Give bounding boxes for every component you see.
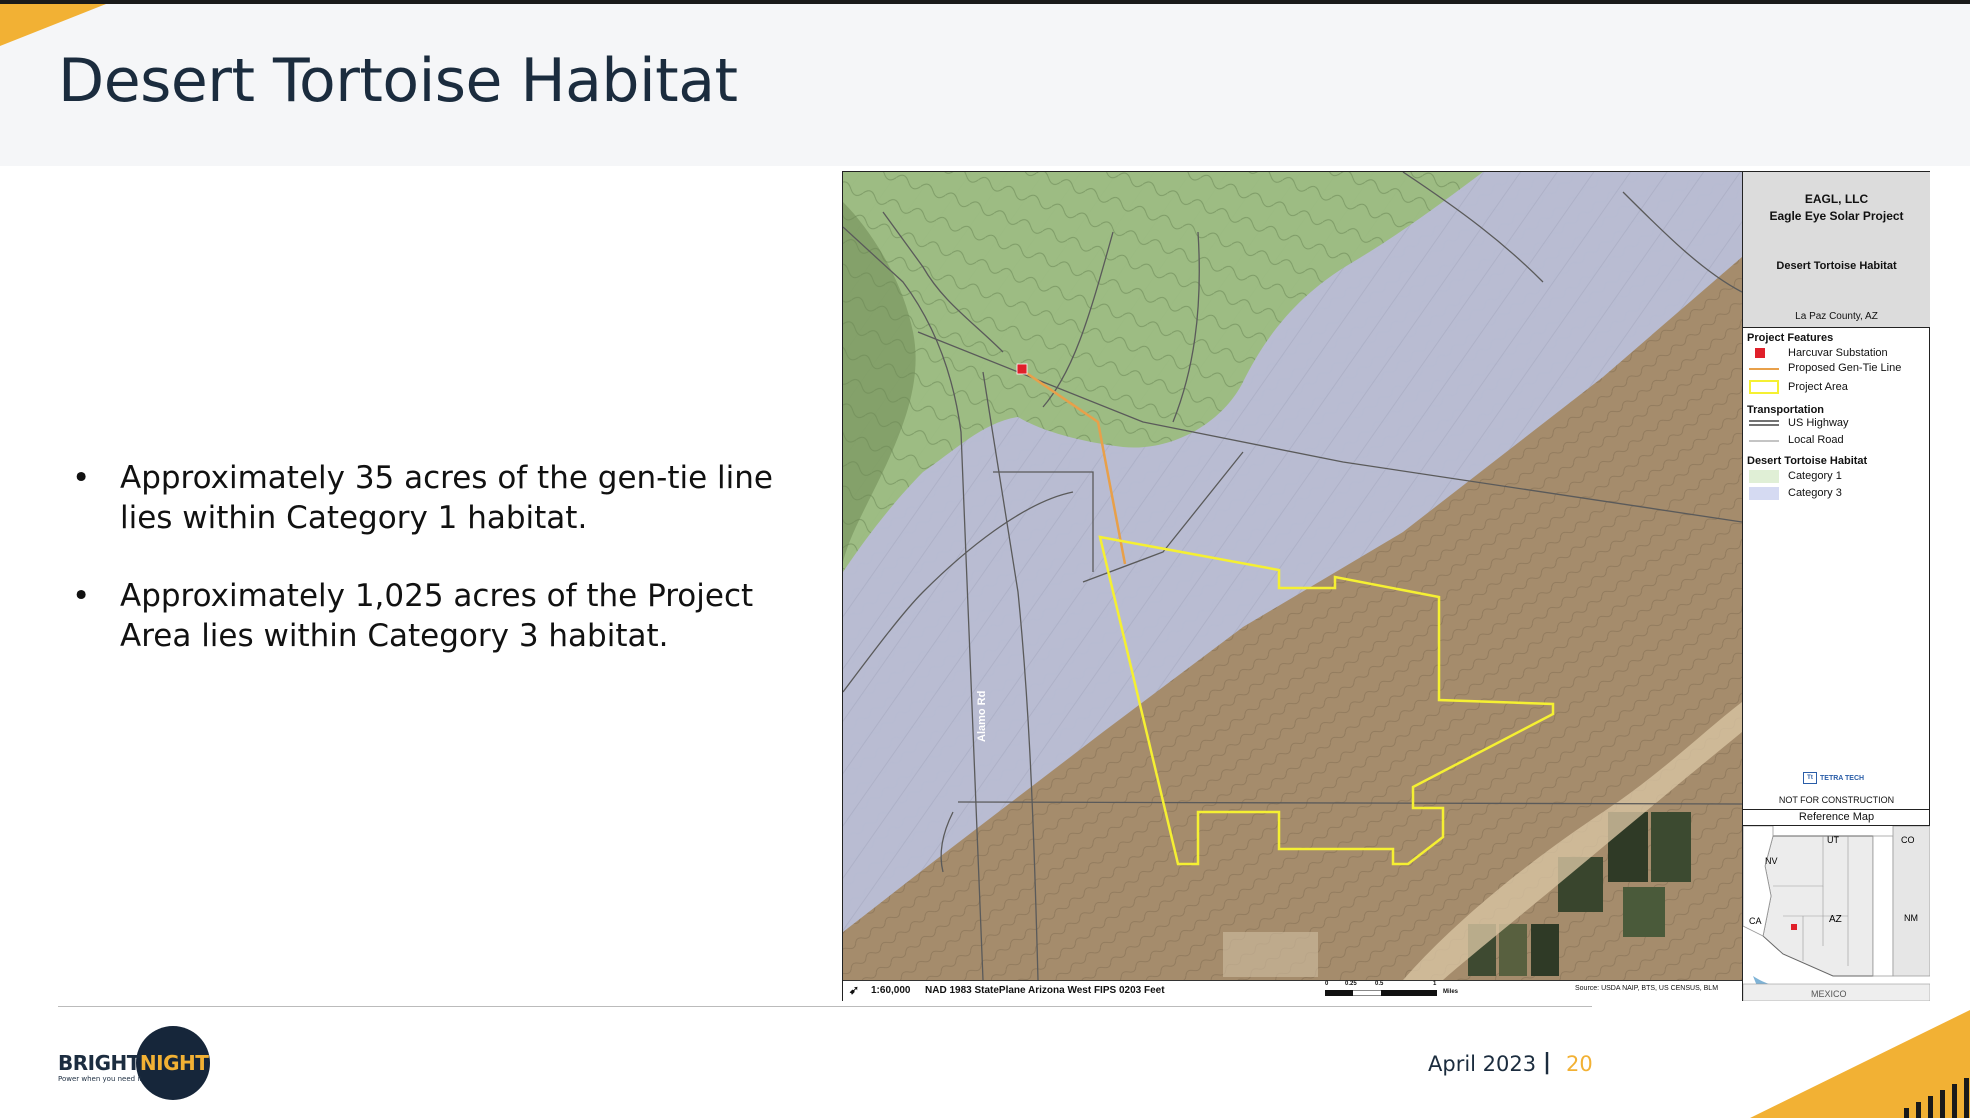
map-canvas: Alamo Rd <box>843 172 1742 980</box>
scalebar <box>1325 990 1437 996</box>
ref-label: NV <box>1765 856 1778 866</box>
project-location-marker <box>1791 924 1797 930</box>
substation-swatch-icon <box>1755 348 1765 358</box>
map-legend-panel: EAGL, LLC Eagle Eye Solar Project Desert… <box>1742 172 1930 1001</box>
bullet-dot-icon: • <box>72 578 91 614</box>
ref-label: NM <box>1904 913 1918 923</box>
legend-item: Proposed Gen-Tie Line <box>1788 362 1902 374</box>
tetra-tech-logo: Tt TETRA TECH <box>1803 772 1864 784</box>
habitat-map: Alamo Rd ➹ 1:60,000 NAD 1983 StatePlane … <box>842 171 1930 1001</box>
brightnight-logo: BRIGHTNIGHT Power when you need it <box>58 1026 218 1100</box>
map-scale: 1:60,000 <box>871 985 911 996</box>
legend-item: Project Area <box>1788 381 1848 393</box>
map-source: Source: USDA NAIP, BTS, US CENSUS, BLM <box>1575 985 1719 992</box>
reference-map: Reference Map NV UT CO CA AZ NM MEXICO <box>1743 809 1930 1001</box>
bullet-dot-icon: • <box>72 460 91 496</box>
legend-item: US Highway <box>1788 417 1849 429</box>
project-area-swatch-icon <box>1749 380 1779 394</box>
legend-item: Harcuvar Substation <box>1788 347 1888 359</box>
corner-accent-bottom-right <box>1750 1010 1970 1118</box>
bullet-list: • Approximately 35 acres of the gen-tie l… <box>70 458 790 694</box>
map-graphic: Alamo Rd <box>843 172 1742 980</box>
legend-heading: Transportation <box>1747 404 1825 416</box>
logo-tagline: Power when you need it <box>58 1075 143 1083</box>
category-1-swatch-icon <box>1749 470 1779 483</box>
footer-separator: | <box>1543 1050 1552 1075</box>
reference-map-graphic: NV UT CO CA AZ NM MEXICO <box>1743 826 1930 1001</box>
bullet-text: Approximately 35 acres of the gen-tie li… <box>120 460 773 536</box>
map-footer: ➹ 1:60,000 NAD 1983 StatePlane Arizona W… <box>843 980 1742 1001</box>
footer-divider <box>58 1006 1592 1007</box>
scalebar-tick: 0.5 <box>1375 981 1384 987</box>
legend-body: Project Features Harcuvar Substation Pro… <box>1743 329 1930 809</box>
not-for-construction-label: NOT FOR CONSTRUCTION <box>1778 795 1895 805</box>
bullet-item: • Approximately 1,025 acres of the Projec… <box>70 576 790 656</box>
logo-wordmark: BRIGHTNIGHT <box>58 1051 209 1075</box>
slide-title: Desert Tortoise Habitat <box>58 46 738 116</box>
legend-item: Category 1 <box>1788 470 1842 482</box>
tetra-tech-logo-icon: Tt <box>1803 772 1817 784</box>
slide-header: Desert Tortoise Habitat <box>0 4 1970 166</box>
road-label: Alamo Rd <box>976 691 988 742</box>
us-highway-swatch-icon <box>1749 420 1779 426</box>
legend-item: Local Road <box>1788 434 1844 446</box>
scalebar-tick: 0.25 <box>1345 981 1357 987</box>
scalebar-unit: Miles <box>1443 989 1459 995</box>
project-name: Eagle Eye Solar Project <box>1769 209 1904 223</box>
bullet-text: Approximately 1,025 acres of the Project… <box>120 578 754 654</box>
gen-tie-swatch-icon <box>1749 368 1779 370</box>
scalebar-tick: 1 <box>1433 981 1437 987</box>
bullet-item: • Approximately 35 acres of the gen-tie l… <box>70 458 790 538</box>
scalebar-tick: 0 <box>1325 981 1329 987</box>
ref-label: MEXICO <box>1811 989 1847 999</box>
page-number: 20 <box>1566 1052 1593 1076</box>
reference-map-title: Reference Map <box>1743 811 1930 826</box>
map-projection: NAD 1983 StatePlane Arizona West FIPS 02… <box>925 985 1165 996</box>
ref-label: AZ <box>1829 914 1842 925</box>
ref-label: CA <box>1749 916 1762 926</box>
company-name: EAGL, LLC <box>1804 192 1869 206</box>
harcuvar-substation-marker <box>1016 363 1028 375</box>
legend-heading: Desert Tortoise Habitat <box>1747 455 1868 467</box>
map-title: Desert Tortoise Habitat <box>1776 260 1897 272</box>
ref-label: UT <box>1827 835 1839 845</box>
local-road-swatch-icon <box>1749 440 1779 442</box>
legend-item: Category 3 <box>1788 487 1842 499</box>
category-3-swatch-icon <box>1749 487 1779 500</box>
corner-accent-top-left <box>0 4 106 46</box>
map-title-block: EAGL, LLC Eagle Eye Solar Project Desert… <box>1743 172 1930 328</box>
north-arrow-icon: ➹ <box>849 983 860 997</box>
map-location: La Paz County, AZ <box>1795 311 1878 322</box>
legend-heading: Project Features <box>1747 332 1834 344</box>
ref-label: CO <box>1901 835 1915 845</box>
footer-date: April 2023 <box>1428 1052 1537 1076</box>
